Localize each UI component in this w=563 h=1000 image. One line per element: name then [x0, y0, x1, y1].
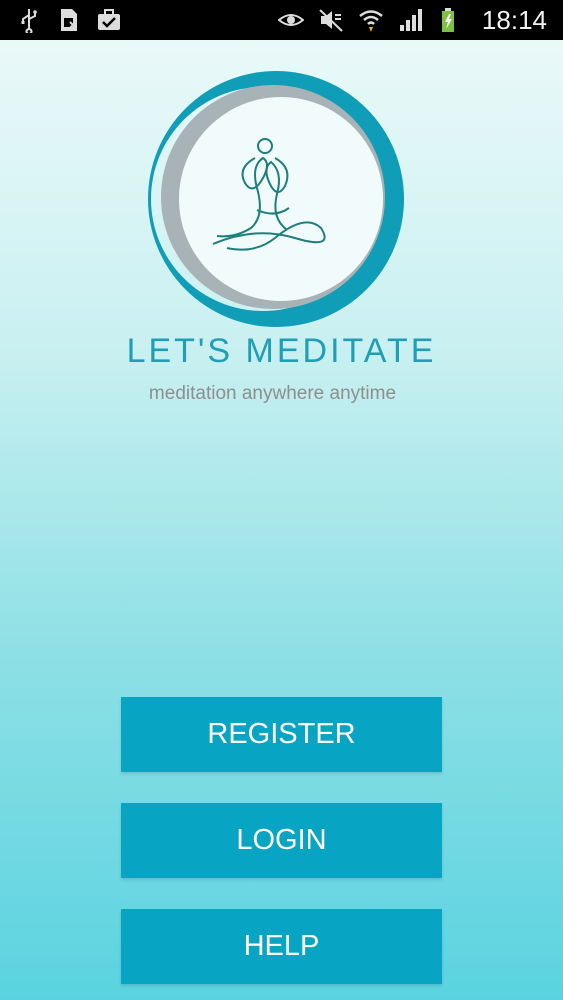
battery-icon — [438, 7, 464, 33]
status-left-icons — [16, 7, 122, 33]
status-clock: 18:14 — [481, 4, 547, 35]
help-button[interactable]: HELP — [121, 909, 442, 984]
usb-icon — [16, 7, 42, 33]
app-tagline: meditation anywhere anytime — [148, 383, 397, 404]
wifi-icon — [358, 7, 384, 33]
app-title: LET'S MEDITATE — [126, 332, 437, 370]
logo-section: LET'S MEDITATE meditation anywhere anyti… — [0, 40, 563, 440]
meditation-logo-icon — [148, 71, 404, 327]
login-button[interactable]: LOGIN — [121, 803, 442, 878]
eye-icon — [277, 7, 304, 33]
status-right-icons: 18:14 — [277, 4, 547, 36]
sim-card-icon — [56, 7, 82, 33]
mute-icon — [318, 7, 344, 33]
signal-icon — [398, 7, 424, 33]
briefcase-check-icon — [96, 7, 122, 33]
status-bar: 18:14 — [0, 0, 563, 40]
register-button[interactable]: REGISTER — [121, 697, 442, 772]
